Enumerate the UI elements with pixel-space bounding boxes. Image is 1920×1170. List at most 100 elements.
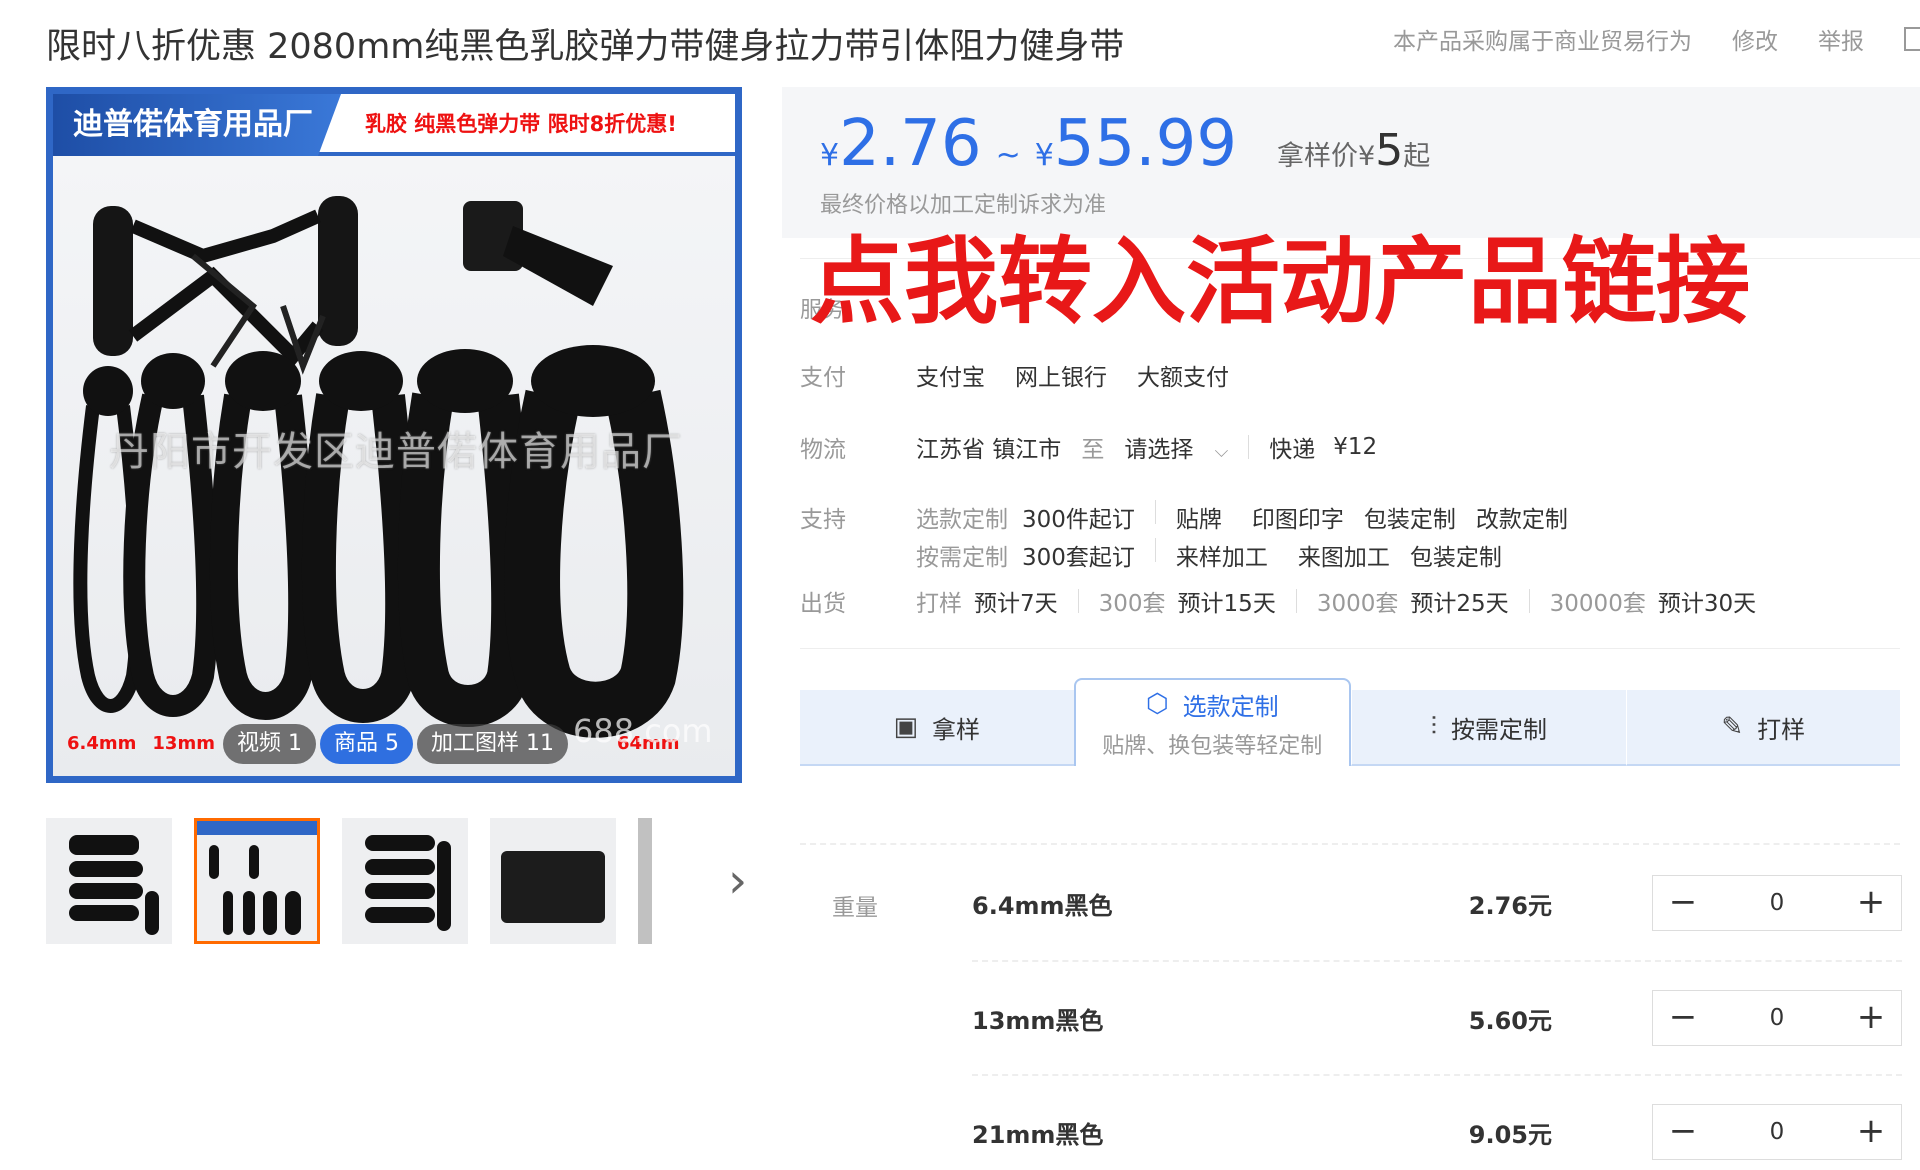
sku-row: 13mm黑色 5.60元 − 0 + (972, 960, 1902, 1074)
product-title: 限时八折优惠 2080mm纯黑色乳胶弹力带健身拉力带引体阻力健身带 (46, 27, 1125, 67)
support-item: 来样加工 (1175, 545, 1268, 571)
payment-method: 大额支付 (1137, 365, 1229, 391)
trade-note: 本产品采购属于商业贸易行为 (1393, 29, 1692, 55)
tab-sample[interactable]: ▣ 拿样 (800, 690, 1074, 766)
sku-name: 21mm黑色 (972, 1120, 1104, 1149)
media-tab-count: 5 (385, 731, 400, 756)
image-watermark: 丹阳市开发区迪普偌体育用品厂 (109, 429, 683, 475)
minus-button[interactable]: − (1653, 1104, 1713, 1160)
quantity-stepper: − 0 + (1652, 1104, 1902, 1160)
product-page: 限时八折优惠 2080mm纯黑色乳胶弹力带健身拉力带引体阻力健身带 本产品采购属… (0, 0, 1920, 1170)
media-tab-processing[interactable]: 加工图样 11 (417, 724, 569, 764)
media-tab-label: 商品 (334, 731, 379, 756)
tab-select-customize[interactable]: ⬡ 选款定制 贴牌、换包装等轻定制 (1073, 678, 1351, 766)
promo-activity-link[interactable]: 点我转入活动产品链接 (810, 228, 1750, 338)
quantity-stepper: − 0 + (1652, 990, 1902, 1046)
plus-button[interactable]: + (1841, 875, 1901, 931)
sample-price-label: 拿样价 (1277, 141, 1359, 172)
minus-button[interactable]: − (1653, 875, 1713, 931)
payment-method: 网上银行 (1015, 365, 1107, 391)
tab-subtitle: 贴牌、换包装等轻定制 (1102, 733, 1323, 759)
sku-row: 6.4mm黑色 2.76元 − 0 + (972, 846, 1902, 960)
separator (1248, 435, 1250, 459)
site-watermark: 688.com (573, 712, 713, 750)
shipping-qty: 30000套 (1549, 591, 1646, 617)
thumbnail-strip: › (46, 818, 747, 944)
tab-proofing[interactable]: ✎ 打样 (1625, 690, 1900, 766)
sku-price: 5.60元 (1468, 1006, 1552, 1035)
main-product-image[interactable]: 迪普偌体育用品厂 乳胶 纯黑色弹力带 限时8折优惠! 丹阳市开发区迪普偌体育用品… (46, 87, 742, 783)
sku-price: 9.05元 (1468, 1120, 1552, 1149)
logistics-label: 物流 (800, 437, 846, 463)
quantity-input[interactable]: 0 (1713, 890, 1841, 916)
support-moq: 300件起订 (1022, 507, 1135, 533)
edit-link[interactable]: 修改 (1732, 22, 1778, 56)
logistics-origin: 江苏省 镇江市 (916, 437, 1062, 463)
thumbnail-active[interactable] (194, 818, 320, 944)
sku-name: 6.4mm黑色 (972, 891, 1113, 920)
size-labels: 6.4mm 13mm 64mm (67, 733, 680, 754)
shipping-qty: 打样 (916, 591, 962, 617)
currency-symbol: ¥ (820, 138, 840, 173)
sku-label: 重量 (832, 895, 878, 921)
thumbnail-partial[interactable] (638, 818, 712, 944)
support-type: 按需定制 (916, 545, 1008, 571)
quantity-input[interactable]: 0 (1713, 1119, 1841, 1145)
payment-label: 支付 (800, 365, 846, 391)
media-tab-count: 11 (526, 731, 555, 756)
tab-on-demand[interactable]: ⫶ 按需定制 (1351, 690, 1626, 766)
size-label: 6.4mm (67, 733, 137, 754)
sku-price: 2.76元 (1468, 891, 1552, 920)
payment-method: 支付宝 (916, 365, 985, 391)
payment-row: 支付 支付宝 网上银行 大额支付 (800, 358, 1229, 392)
destination-select[interactable]: 请选择 ⌵ (1124, 430, 1228, 464)
shipping-label: 出货 (800, 591, 846, 617)
logistics-fee: ¥12 (1333, 434, 1378, 460)
plus-button[interactable]: + (1841, 1104, 1901, 1160)
media-tab-video[interactable]: 视频 1 (223, 724, 317, 764)
separator (1154, 500, 1156, 524)
thumbnail[interactable] (342, 818, 468, 944)
thumbnail[interactable] (490, 818, 616, 944)
price-range: ¥ 2.76 ~ ¥ 55.99 拿样价¥5起 (820, 107, 1430, 181)
tab-label: 打样 (1757, 715, 1806, 744)
top-links: 本产品采购属于商业贸易行为 修改 举报 (1393, 22, 1920, 56)
shipping-time: 预计7天 (974, 591, 1058, 617)
tab-label: 按需定制 (1451, 715, 1547, 744)
shipping-qty: 3000套 (1316, 591, 1399, 617)
sample-price-value: 5 (1375, 125, 1404, 176)
tab-label: 选款定制 (1182, 692, 1279, 721)
support-item: 包装定制 (1363, 507, 1456, 533)
image-banner: 迪普偌体育用品厂 乳胶 纯黑色弹力带 限时8折优惠! (53, 94, 735, 156)
logistics-method: 快递 (1269, 437, 1316, 463)
banner-promo: 乳胶 纯黑色弹力带 限时8折优惠! (365, 112, 677, 136)
customization-tabs: ▣ 拿样 ⬡ 选款定制 贴牌、换包装等轻定制 ⫶ 按需定制 ✎ 打样 (800, 678, 1900, 766)
sample-icon: ▣ (893, 712, 919, 742)
shipping-time: 预计25天 (1410, 591, 1509, 617)
separator (1154, 538, 1156, 562)
minus-button[interactable]: − (1653, 990, 1713, 1046)
media-tab-product[interactable]: 商品 5 (320, 724, 414, 764)
currency-symbol: ¥ (1034, 138, 1054, 173)
support-item: 包装定制 (1409, 545, 1502, 571)
support-item: 来图加工 (1297, 545, 1390, 571)
sample-price-suffix: 起 (1403, 141, 1431, 172)
chevron-down-icon: ⌵ (1214, 441, 1229, 462)
sku-row: 21mm黑色 9.05元 − 0 + (972, 1074, 1902, 1170)
quantity-input[interactable]: 0 (1713, 1005, 1841, 1031)
support-item: 改款定制 (1475, 507, 1568, 533)
shipping-qty: 300套 (1098, 591, 1166, 617)
ruler-icon: ✎ (1721, 712, 1744, 742)
sliders-icon: ⫶ (1430, 711, 1438, 742)
support-type: 选款定制 (916, 507, 1008, 533)
report-link[interactable]: 举报 (1818, 22, 1864, 56)
thumbnail[interactable] (46, 818, 172, 944)
price-note: 最终价格以加工定制诉求为准 (820, 193, 1107, 218)
chevron-right-icon[interactable]: › (728, 853, 747, 909)
separator (1077, 589, 1079, 613)
sku-name: 13mm黑色 (972, 1006, 1104, 1035)
shipping-row: 出货 打样 预计7天 300套 预计15天 3000套 预计25天 30000套… (800, 584, 1756, 618)
sidebar-edge-icon[interactable] (1904, 27, 1920, 51)
support-row-2: 按需定制 300套起订 来样加工 来图加工 包装定制 (800, 538, 1502, 572)
plus-button[interactable]: + (1841, 990, 1901, 1046)
